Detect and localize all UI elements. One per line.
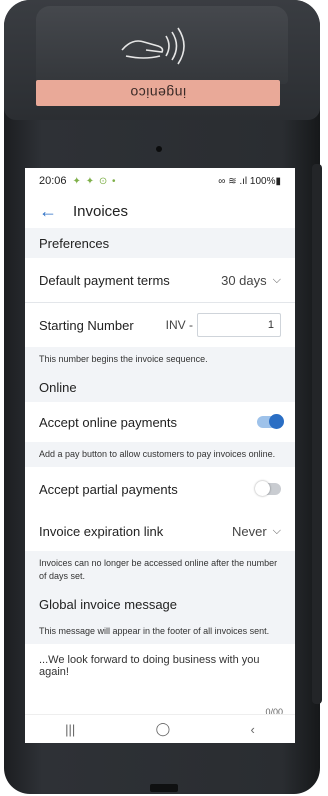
back-arrow-icon[interactable]: ← <box>39 201 67 222</box>
accept-partial-row: Accept partial payments <box>25 467 295 511</box>
payment-terms-row[interactable]: Default payment terms 30 days ⌵ <box>25 258 295 302</box>
online-heading: Online <box>25 372 295 402</box>
recents-icon[interactable]: ||| <box>65 722 75 737</box>
preferences-heading: Preferences <box>25 228 295 258</box>
chevron-down-icon: ⌵ <box>272 273 281 286</box>
camera <box>156 146 162 152</box>
global-message-heading: Global invoice message <box>25 589 295 619</box>
payment-terms-value: 30 days <box>221 272 267 288</box>
screen: 20:06 ✦ ✦ ⊙ • ∞ ≋ .ıl 100%▮ ← Invoices P… <box>25 168 295 743</box>
bottom-connector <box>150 784 178 792</box>
starting-number-label: Starting Number <box>39 317 134 333</box>
system-icons: ∞ ≋ .ıl 100%▮ <box>218 175 281 187</box>
app-bar: ← Invoices <box>25 194 295 228</box>
page-title: Invoices <box>73 202 129 220</box>
global-message-field[interactable]: ...We look forward to doing business wit… <box>25 644 295 712</box>
status-time: 20:06 <box>39 175 67 187</box>
global-message-hint: This message will appear in the footer o… <box>25 619 295 644</box>
accept-partial-toggle[interactable] <box>255 481 281 496</box>
back-icon[interactable]: ‹ <box>250 722 254 737</box>
expiration-row[interactable]: Invoice expiration link Never ⌵ <box>25 511 295 551</box>
starting-number-row: Starting Number INV - <box>25 303 295 347</box>
chevron-down-icon: ⌵ <box>272 524 281 537</box>
brand-strip: ingenico <box>36 80 280 106</box>
accept-online-toggle[interactable] <box>257 414 284 429</box>
accept-online-label: Accept online payments <box>39 414 178 430</box>
invoice-prefix: INV - <box>165 318 193 332</box>
expiration-value: Never <box>231 523 267 539</box>
contactless-icon <box>121 27 185 65</box>
accept-online-row: Accept online payments <box>25 402 295 442</box>
brand-logo: ingenico <box>129 85 187 101</box>
starting-number-hint: This number begins the invoice sequence. <box>25 347 295 372</box>
side-key <box>312 164 322 704</box>
accept-online-hint: Add a pay button to allow customers to p… <box>25 442 295 467</box>
starting-number-input[interactable] <box>197 313 281 337</box>
home-icon[interactable]: ◯ <box>156 721 171 737</box>
notification-icons: ✦ ✦ ⊙ • <box>72 175 117 187</box>
payment-terms-label: Default payment terms <box>39 272 170 288</box>
accept-partial-label: Accept partial payments <box>39 481 178 497</box>
system-nav-bar: ||| ◯ ‹ <box>25 714 295 743</box>
contactless-area <box>36 6 288 84</box>
expiration-label: Invoice expiration link <box>39 523 164 539</box>
expiration-hint: Invoices can no longer be accessed onlin… <box>25 551 295 589</box>
status-bar: 20:06 ✦ ✦ ⊙ • ∞ ≋ .ıl 100%▮ <box>25 168 295 194</box>
